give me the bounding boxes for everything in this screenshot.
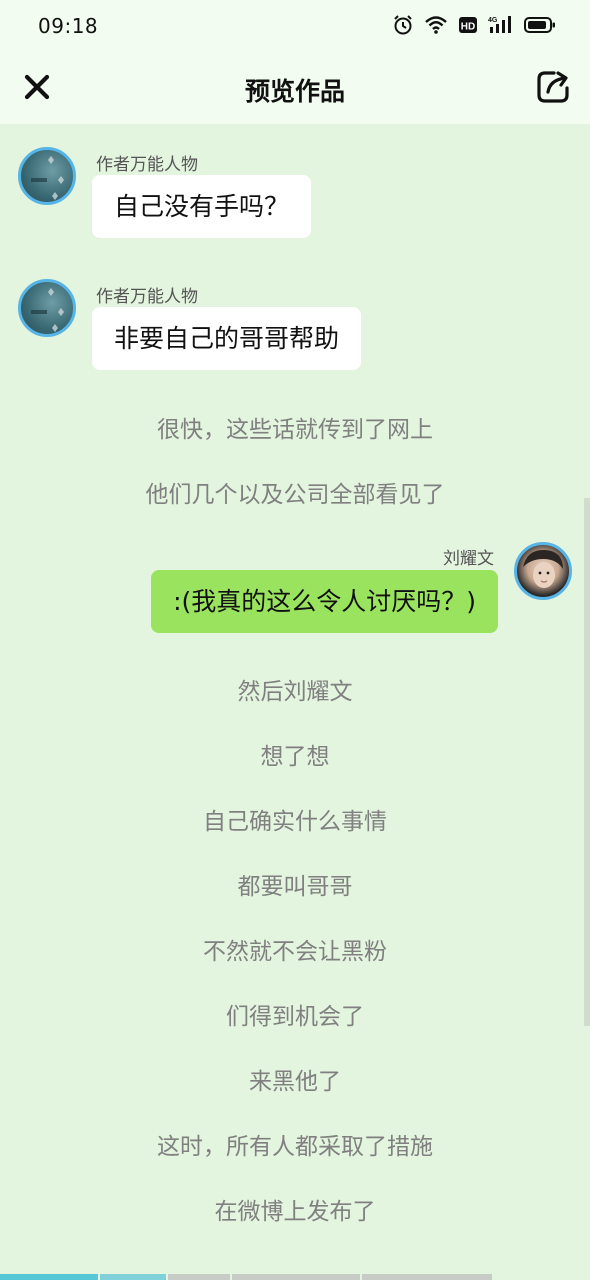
alarm-icon (394, 15, 412, 35)
narration-text: 在微博上发布了 (214, 1199, 376, 1225)
status-time: 09:18 (38, 14, 99, 38)
narration-text: 然后刘耀文 (237, 679, 353, 705)
svg-text:4G: 4G (488, 17, 498, 24)
narration-text: 这时，所有人都采取了措施 (157, 1134, 433, 1160)
chat-bubble[interactable]: 自己没有手吗？ (92, 175, 312, 238)
narration-text: 都要叫哥哥 (237, 874, 353, 900)
narration-text: 不然就不会让黑粉 (203, 939, 387, 965)
avatar-face (523, 549, 563, 588)
battery-icon (524, 17, 555, 33)
page-title: 预览作品 (244, 77, 345, 106)
reading-progress (0, 1274, 590, 1280)
narration-text: 自己确实什么事情 (203, 809, 387, 835)
sender-name: 作者万能人物 (96, 155, 198, 175)
author-avatar[interactable] (18, 147, 76, 205)
chat-content[interactable]: 作者万能人物 自己没有手吗？ 作者万能人物 非要自己的哥哥帮助 很快，这些话就传… (0, 124, 590, 1280)
author-avatar[interactable] (18, 279, 76, 337)
sender-name: 刘耀文 (443, 549, 494, 569)
scrollbar[interactable] (584, 498, 590, 1026)
chat-bubble[interactable]: 非要自己的哥哥帮助 (92, 307, 362, 370)
share-icon (537, 71, 569, 103)
share-button[interactable] (534, 68, 572, 106)
avatar-pattern (31, 288, 64, 332)
narration-text: 他们几个以及公司全部看见了 (145, 482, 445, 508)
status-bar: 09:18 HD 4G (0, 0, 590, 56)
status-icons: HD 4G (392, 14, 556, 36)
chat-bubble[interactable]: :(我真的这么令人讨厌吗？) (151, 570, 498, 633)
signal-4g-icon: 4G (488, 16, 511, 33)
svg-text:HD: HD (461, 22, 475, 33)
narration-text: 很快，这些话就传到了网上 (157, 417, 433, 443)
narration-text: 来黑他了 (249, 1069, 341, 1095)
wifi-icon (425, 16, 447, 34)
narration-text: 们得到机会了 (226, 1004, 364, 1030)
avatar-pattern (31, 156, 64, 200)
narration-text: 想了想 (260, 744, 330, 770)
character-avatar[interactable] (514, 542, 572, 600)
top-bar: 预览作品 (0, 56, 590, 124)
sender-name: 作者万能人物 (96, 287, 198, 307)
hd-icon: HD (459, 17, 477, 33)
